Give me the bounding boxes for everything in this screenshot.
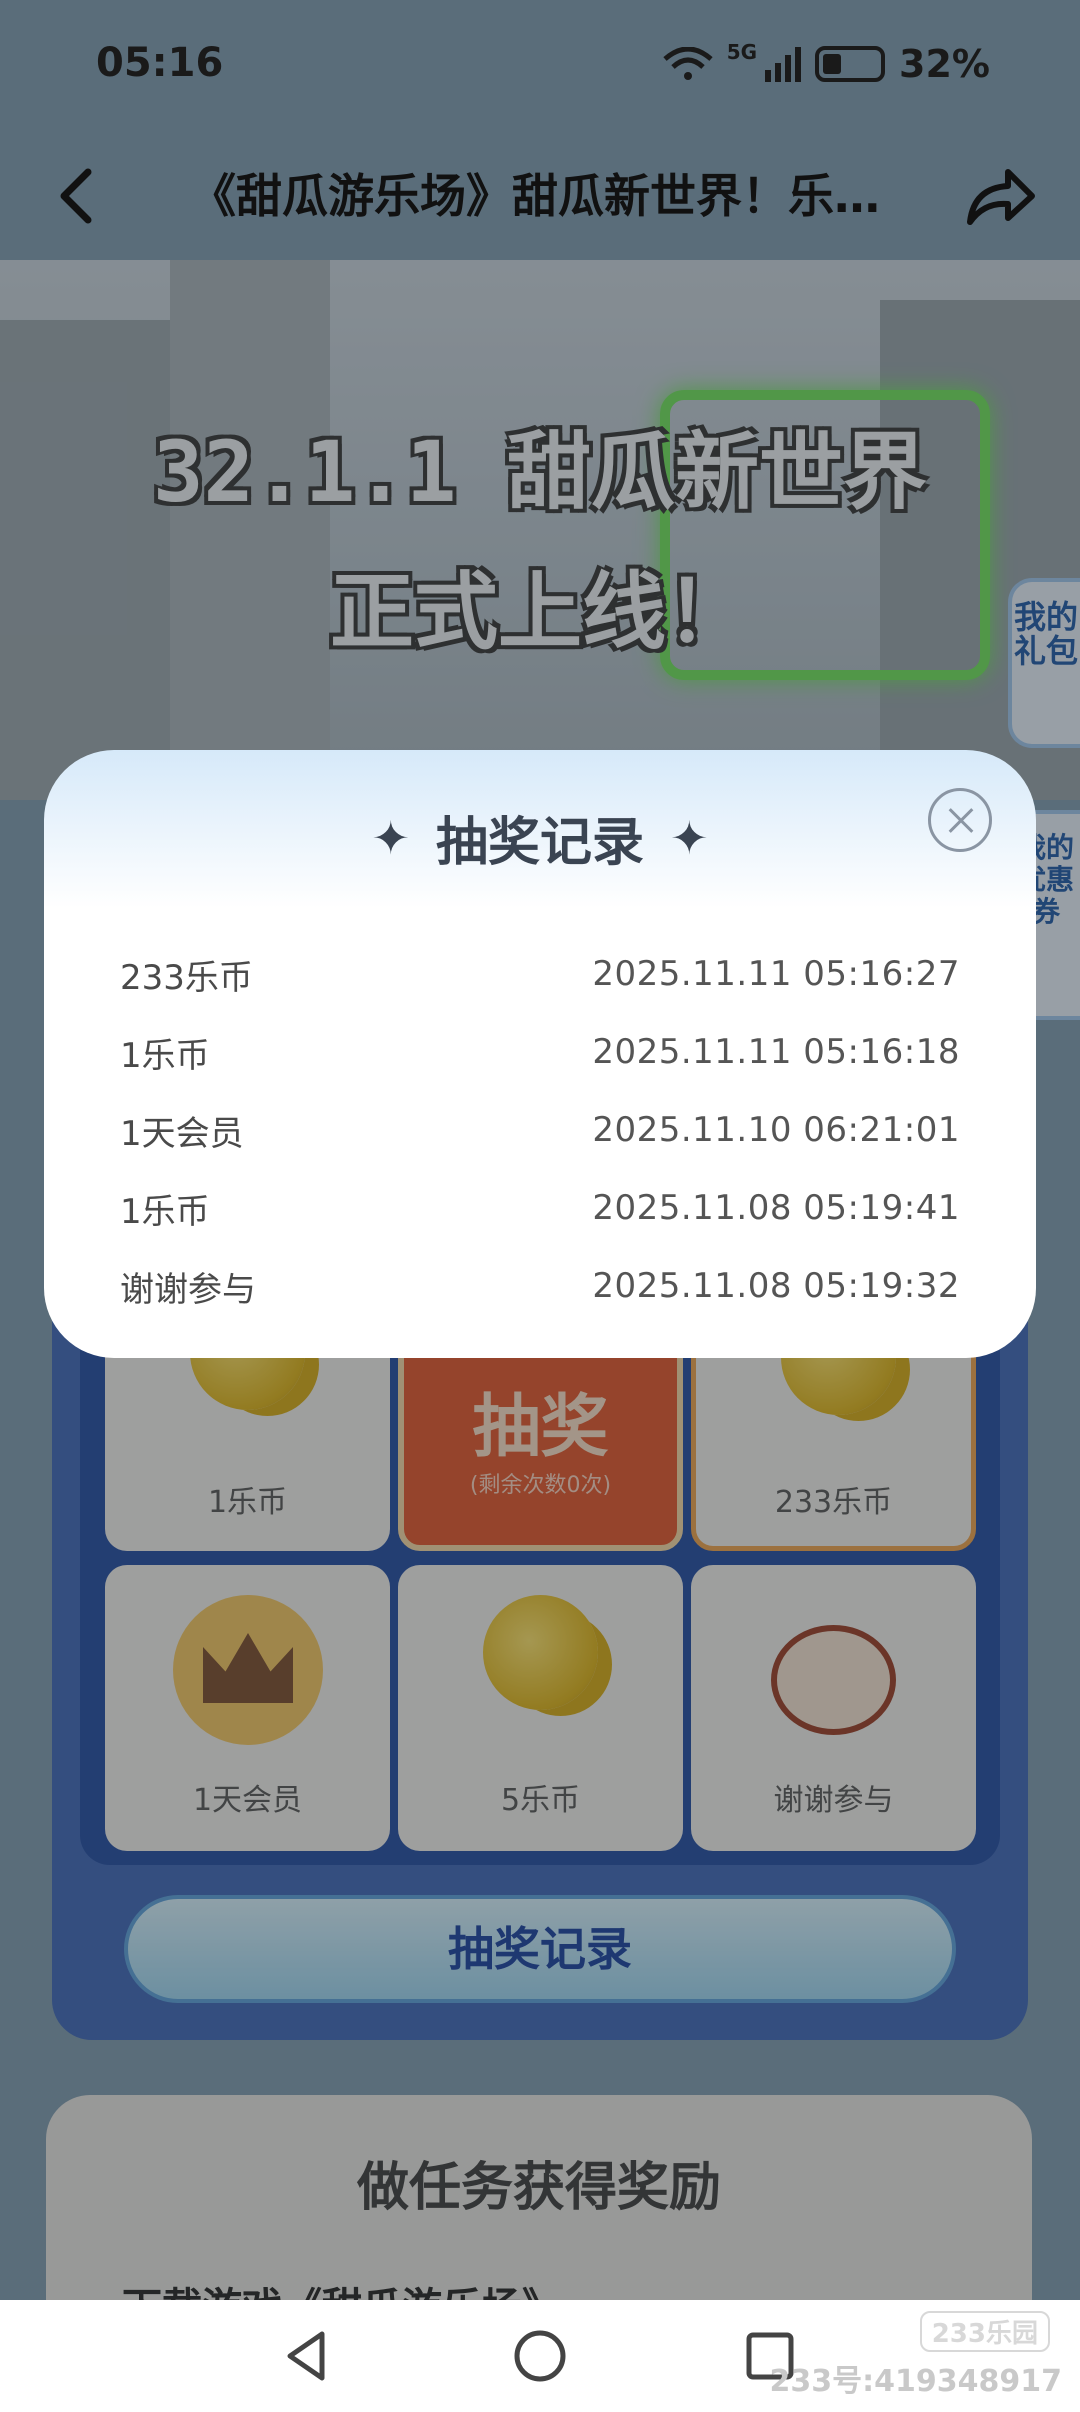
- nav-back-icon[interactable]: [278, 2326, 338, 2386]
- record-row: 233乐币 2025.11.11 05:16:27: [120, 944, 960, 1004]
- record-prize: 233乐币: [120, 957, 253, 998]
- record-row: 1乐币 2025.11.11 05:16:18: [120, 1022, 960, 1082]
- status-time: 05:16: [96, 40, 224, 86]
- record-time: 2025.11.11 05:16:18: [592, 1032, 960, 1072]
- battery-percent: 32%: [899, 42, 990, 86]
- record-time: 2025.11.08 05:19:32: [592, 1266, 960, 1306]
- record-prize: 谢谢参与: [120, 1269, 256, 1310]
- nav-home-icon[interactable]: [510, 2326, 570, 2386]
- status-bar: 05:16 5G 32%: [0, 0, 1080, 132]
- app-header: 《甜瓜游乐场》甜瓜新世界！乐…: [0, 132, 1080, 260]
- wifi-icon: [663, 47, 713, 80]
- network-type: 5G: [726, 40, 758, 64]
- sparkle-icon: ✦: [670, 810, 709, 865]
- record-prize: 1天会员: [120, 1113, 244, 1154]
- record-row: 谢谢参与 2025.11.08 05:19:32: [120, 1256, 960, 1316]
- close-icon[interactable]: [928, 788, 992, 852]
- watermark-logo: 233乐园: [919, 2311, 1050, 2352]
- record-time: 2025.11.10 06:21:01: [592, 1110, 960, 1150]
- status-icons: 5G 32%: [663, 40, 990, 88]
- page-title: 《甜瓜游乐场》甜瓜新世界！乐…: [190, 169, 880, 223]
- dialog-title: ✦ 抽奖记录 ✦: [44, 800, 1036, 875]
- record-time: 2025.11.11 05:16:27: [592, 954, 960, 994]
- dialog-title-text: 抽奖记录: [435, 813, 644, 873]
- record-row: 1天会员 2025.11.10 06:21:01: [120, 1100, 960, 1160]
- battery-icon: [815, 46, 886, 82]
- system-nav-bar: 233乐园 233号:419348917: [0, 2300, 1080, 2412]
- record-prize: 1乐币: [120, 1191, 210, 1232]
- record-row: 1乐币 2025.11.08 05:19:41: [120, 1178, 960, 1238]
- watermark-id: 233号:419348917: [769, 2364, 1063, 2399]
- signal-icon: [765, 46, 802, 82]
- share-arrow-icon[interactable]: [960, 160, 1040, 232]
- sparkle-icon: ✦: [371, 810, 410, 865]
- record-prize: 1乐币: [120, 1035, 210, 1076]
- lottery-record-dialog: ✦ 抽奖记录 ✦ 233乐币 2025.11.11 05:16:27 1乐币 2…: [44, 750, 1036, 1358]
- chevron-left-icon[interactable]: [44, 160, 108, 232]
- record-time: 2025.11.08 05:19:41: [592, 1188, 960, 1228]
